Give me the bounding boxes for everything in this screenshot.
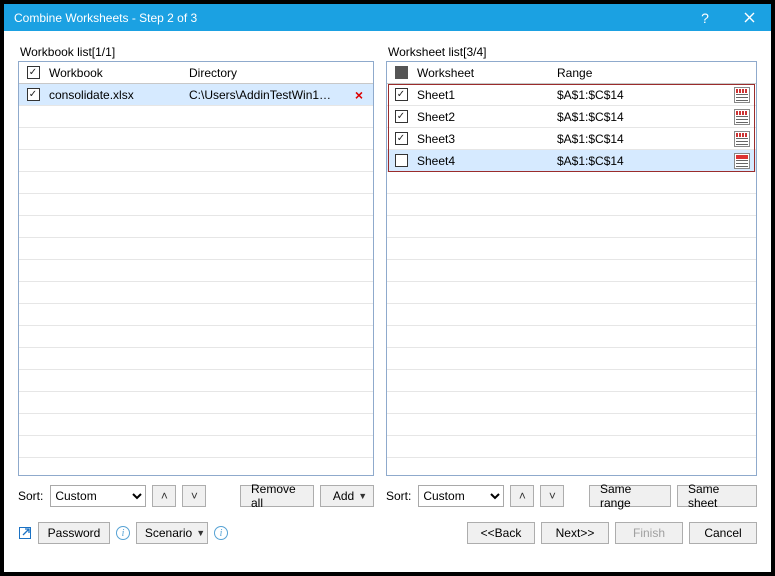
close-icon: [744, 12, 755, 23]
remove-icon: ×: [355, 87, 363, 103]
info-icon[interactable]: i: [214, 526, 228, 540]
add-button[interactable]: Add ▼: [320, 485, 374, 507]
client-area: Workbook list[1/1] ✓ Workbook Directory …: [4, 31, 771, 558]
popup-icon[interactable]: [18, 526, 32, 540]
workbook-sort-select[interactable]: Custom: [50, 485, 146, 507]
worksheet-sort-select[interactable]: Custom: [418, 485, 504, 507]
worksheet-range: $A$1:$C$14: [555, 110, 728, 124]
table-row[interactable]: ✓ consolidate.xlsxC:\Users\AddinTestWin1……: [19, 84, 373, 106]
worksheet-name: Sheet4: [415, 154, 555, 168]
finish-button: Finish: [615, 522, 683, 544]
worksheet-selectall-checkbox[interactable]: [395, 66, 408, 79]
window-title: Combine Worksheets - Step 2 of 3: [14, 11, 683, 25]
workbook-panel: Workbook list[1/1] ✓ Workbook Directory …: [18, 45, 374, 508]
workbook-col-workbook[interactable]: Workbook: [47, 66, 187, 80]
table-row[interactable]: ✓ Sheet3$A$1:$C$14: [387, 128, 756, 150]
remove-all-button[interactable]: Remove all: [240, 485, 314, 507]
workbook-sort-up-button[interactable]: ˄: [152, 485, 176, 507]
row-checkbox[interactable]: ✓: [395, 88, 408, 101]
edit-range-button[interactable]: [728, 153, 756, 169]
row-checkbox[interactable]: ✓: [27, 88, 40, 101]
workbook-selectall-cell[interactable]: ✓: [19, 66, 47, 79]
close-button[interactable]: [727, 4, 771, 31]
worksheet-grid-body: ✓Sheet1$A$1:$C$14✓Sheet2$A$1:$C$14✓Sheet…: [387, 84, 756, 475]
range-icon: [734, 109, 750, 125]
footer: Password i Scenario ▼ i <<Back Next>> Fin…: [18, 522, 757, 544]
back-button[interactable]: <<Back: [467, 522, 535, 544]
worksheet-name: Sheet3: [415, 132, 555, 146]
worksheet-tools: Sort: Custom ˄ ˅ Same range Same sheet: [386, 484, 757, 508]
table-row[interactable]: Sheet4$A$1:$C$14: [387, 150, 756, 172]
worksheet-name: Sheet2: [415, 110, 555, 124]
chevron-down-icon: ▼: [358, 491, 367, 501]
scenario-button[interactable]: Scenario ▼: [136, 522, 208, 544]
sort-label-left: Sort:: [18, 489, 44, 503]
worksheet-range: $A$1:$C$14: [555, 154, 728, 168]
add-button-label: Add: [333, 489, 354, 503]
cancel-button[interactable]: Cancel: [689, 522, 757, 544]
table-row[interactable]: ✓ Sheet2$A$1:$C$14: [387, 106, 756, 128]
worksheet-selectall-cell[interactable]: [387, 66, 415, 79]
same-sheet-button[interactable]: Same sheet: [677, 485, 757, 507]
workbook-grid-body: ✓ consolidate.xlsxC:\Users\AddinTestWin1……: [19, 84, 373, 475]
table-row[interactable]: ✓ Sheet1$A$1:$C$14: [387, 84, 756, 106]
worksheet-name: Sheet1: [415, 88, 555, 102]
info-icon[interactable]: i: [116, 526, 130, 540]
edit-range-button[interactable]: [728, 109, 756, 125]
same-range-button[interactable]: Same range: [589, 485, 671, 507]
worksheet-panel: Worksheet list[3/4] Worksheet Range ✓ She…: [386, 45, 757, 508]
range-icon: [734, 131, 750, 147]
worksheet-range: $A$1:$C$14: [555, 132, 728, 146]
worksheet-sort-down-button[interactable]: ˅: [540, 485, 564, 507]
worksheet-col-worksheet[interactable]: Worksheet: [415, 66, 555, 80]
worksheet-sort-up-button[interactable]: ˄: [510, 485, 534, 507]
workbook-grid-header: ✓ Workbook Directory: [19, 62, 373, 84]
help-button[interactable]: ?: [683, 4, 727, 31]
workbook-name: consolidate.xlsx: [47, 88, 187, 102]
worksheet-col-range[interactable]: Range: [555, 66, 728, 80]
workbook-col-directory[interactable]: Directory: [187, 66, 373, 80]
edit-range-button[interactable]: [728, 131, 756, 147]
password-button[interactable]: Password: [38, 522, 110, 544]
worksheet-grid-header: Worksheet Range: [387, 62, 756, 84]
row-checkbox[interactable]: ✓: [395, 110, 408, 123]
range-icon: [734, 153, 750, 169]
workbook-selectall-checkbox[interactable]: ✓: [27, 66, 40, 79]
workbook-tools: Sort: Custom ˄ ˅ Remove all Add ▼: [18, 484, 374, 508]
sort-label-right: Sort:: [386, 489, 412, 503]
scenario-button-label: Scenario: [145, 526, 192, 540]
row-checkbox[interactable]: [395, 154, 408, 167]
workbook-sort-down-button[interactable]: ˅: [182, 485, 206, 507]
worksheet-range: $A$1:$C$14: [555, 88, 728, 102]
workbook-directory: C:\Users\AddinTestWin1…: [187, 88, 345, 102]
grid-lines: [19, 84, 373, 475]
chevron-down-icon: ▼: [196, 528, 205, 538]
range-icon: [734, 87, 750, 103]
worksheet-grid[interactable]: Worksheet Range ✓Sheet1$A$1:$C$14✓Sheet2…: [386, 61, 757, 476]
remove-row-button[interactable]: ×: [345, 87, 373, 103]
row-checkbox[interactable]: ✓: [395, 132, 408, 145]
titlebar: Combine Worksheets - Step 2 of 3 ?: [4, 4, 771, 31]
edit-range-button[interactable]: [728, 87, 756, 103]
worksheet-panel-label: Worksheet list[3/4]: [386, 45, 757, 59]
next-button[interactable]: Next>>: [541, 522, 609, 544]
workbook-panel-label: Workbook list[1/1]: [18, 45, 374, 59]
workbook-grid[interactable]: ✓ Workbook Directory ✓ consolidate.xlsxC:…: [18, 61, 374, 476]
dialog-window: Combine Worksheets - Step 2 of 3 ? Workb…: [0, 0, 775, 576]
